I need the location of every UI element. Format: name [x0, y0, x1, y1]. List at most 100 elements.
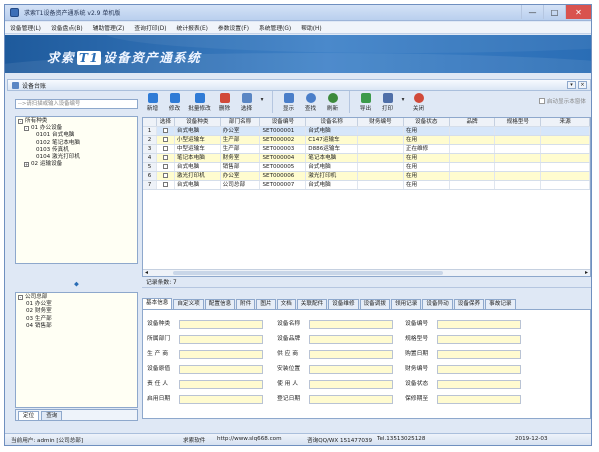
print-dropdown[interactable]: ▾	[399, 91, 407, 103]
field-input[interactable]	[179, 320, 263, 329]
tree-node[interactable]: 0101 台式电脑	[18, 132, 135, 139]
field-input[interactable]	[179, 335, 263, 344]
col-header[interactable]: 财务编号	[358, 118, 404, 126]
field-input[interactable]	[437, 335, 521, 344]
export-button[interactable]: 导出	[355, 91, 376, 112]
detail-tab[interactable]: 配置信息	[204, 299, 236, 309]
field-input[interactable]	[437, 350, 521, 359]
find-button[interactable]: 查找	[300, 91, 321, 112]
tab-locate[interactable]: 定位	[18, 411, 40, 420]
field-input[interactable]	[437, 320, 521, 329]
panel-close-button[interactable]: ×	[578, 81, 587, 89]
detail-tab[interactable]: 设备调拨	[359, 299, 390, 309]
print-button[interactable]: 打印	[377, 91, 398, 112]
detail-tab[interactable]: 附件	[236, 299, 256, 309]
field-input[interactable]	[309, 335, 393, 344]
horizontal-scrollbar[interactable]: ◂ ▸	[143, 269, 590, 276]
table-row[interactable]: 3 中型运输车 生产部 SET000003 D886运输车 正在维修	[143, 145, 590, 154]
menu-device-management[interactable]: 设备管理(L)	[5, 23, 46, 32]
tree-node[interactable]: 04 销售部	[18, 323, 135, 330]
select-cell[interactable]	[156, 154, 175, 162]
col-header[interactable]: 部门名称	[220, 118, 261, 126]
select-cell[interactable]	[157, 181, 175, 189]
select-button[interactable]: 选择	[236, 91, 257, 112]
menu-device-inventory[interactable]: 设备盘点(B)	[46, 23, 88, 32]
scroll-left-icon[interactable]: ◂	[145, 269, 148, 276]
menu-settings[interactable]: 参数设置(F)	[213, 23, 254, 32]
auto-show-checkbox[interactable]: 启动显示本窗体	[538, 97, 586, 105]
close-button[interactable]: 关闭	[408, 91, 429, 112]
tree-node[interactable]: 0102 笔记本电脑	[18, 140, 135, 147]
status-url[interactable]: http://www.slq668.com	[217, 436, 282, 442]
select-cell[interactable]	[157, 145, 175, 153]
checkbox-icon[interactable]	[162, 137, 168, 142]
col-header[interactable]: 设备种类	[174, 118, 221, 126]
col-header[interactable]: 来源	[541, 118, 590, 126]
checkbox-icon[interactable]	[162, 173, 168, 178]
tree-node[interactable]: 0103 传真机	[18, 147, 135, 154]
select-dropdown[interactable]: ▾	[258, 91, 266, 103]
col-header[interactable]: 设备编号	[260, 118, 307, 126]
splitter-arrow-icon[interactable]: ⬥	[15, 279, 138, 289]
checkbox-icon[interactable]	[162, 155, 168, 160]
field-input[interactable]	[309, 380, 393, 389]
table-row[interactable]: 1 台式电脑 办公室 SET000001 台式电脑 在用	[143, 127, 590, 136]
table-row[interactable]: 4 笔记本电脑 财务室 SET000004 笔记本电脑 在用	[143, 154, 590, 163]
batch-edit-button[interactable]: 批量修改	[186, 91, 213, 112]
field-input[interactable]	[179, 380, 263, 389]
select-cell[interactable]	[156, 127, 175, 135]
detail-tab[interactable]: 文档	[276, 299, 296, 309]
detail-tab[interactable]: 设备维修	[328, 299, 359, 309]
menu-query-print[interactable]: 查询打印(D)	[129, 23, 171, 32]
checkbox-icon[interactable]	[162, 164, 168, 169]
col-header[interactable]: 设备名称	[306, 118, 359, 126]
field-input[interactable]	[309, 365, 393, 374]
tab-query[interactable]: 查询	[41, 411, 63, 420]
close-window-button[interactable]: ✕	[565, 5, 591, 19]
field-input[interactable]	[437, 380, 521, 389]
select-cell[interactable]	[156, 136, 175, 144]
field-input[interactable]	[309, 350, 393, 359]
tree-node[interactable]: 02 财务室	[18, 308, 135, 315]
detail-tab[interactable]: 事故记录	[485, 299, 516, 309]
field-input[interactable]	[309, 320, 393, 329]
field-input[interactable]	[179, 365, 263, 374]
detail-tab[interactable]: 关联配件	[296, 299, 328, 309]
menu-reports[interactable]: 统计报表(E)	[172, 23, 213, 32]
scroll-right-icon[interactable]: ▸	[585, 269, 588, 276]
col-header[interactable]	[143, 118, 157, 126]
field-input[interactable]	[437, 395, 521, 404]
add-button[interactable]: 新增	[142, 91, 163, 112]
delete-button[interactable]: 删除	[214, 91, 235, 112]
detail-tab[interactable]: 图片	[256, 299, 276, 309]
panel-menu-button[interactable]: ▾	[567, 81, 576, 89]
menu-help[interactable]: 帮助(H)	[296, 23, 326, 32]
menu-system[interactable]: 系统管理(G)	[254, 23, 296, 32]
col-header[interactable]: 选择	[156, 118, 175, 126]
table-row[interactable]: 5 台式电脑 销售部 SET000005 台式电脑 在用	[143, 163, 590, 172]
field-input[interactable]	[437, 365, 521, 374]
refresh-button[interactable]: 刷新	[322, 91, 343, 112]
menu-auxiliary[interactable]: 辅助管理(Z)	[88, 23, 130, 32]
table-row[interactable]: 6 激光打印机 办公室 SET000006 激光打印机 在用	[143, 172, 590, 181]
field-input[interactable]	[179, 395, 263, 404]
scan-input[interactable]: -->请扫描或输入设备编号	[15, 99, 138, 109]
field-input[interactable]	[309, 395, 393, 404]
detail-tab[interactable]: 基本信息	[142, 298, 173, 309]
field-input[interactable]	[179, 350, 263, 359]
show-button[interactable]: 显示	[278, 91, 299, 112]
table-row[interactable]: 2 小型运输车 生产部 SET000002 C147运输车 在用	[143, 136, 590, 145]
detail-tab[interactable]: 领用记录	[390, 299, 422, 309]
col-header[interactable]: 规格型号	[495, 118, 542, 126]
table-row[interactable]: 7 台式电脑 公司总部 SET000007 台式电脑 在用	[143, 181, 590, 190]
tree-node[interactable]: +02 运输设备	[18, 161, 135, 168]
tree-node[interactable]: 03 生产部	[18, 316, 135, 323]
col-header[interactable]: 品牌	[449, 118, 496, 126]
col-header[interactable]: 设备状态	[403, 118, 450, 126]
detail-tab[interactable]: 设备异动	[422, 299, 453, 309]
detail-tab[interactable]: 设备保养	[453, 299, 485, 309]
edit-button[interactable]: 修改	[164, 91, 185, 112]
checkbox-icon[interactable]	[162, 128, 168, 133]
select-cell[interactable]	[157, 163, 175, 171]
detail-tab[interactable]: 自定义项	[173, 299, 204, 309]
